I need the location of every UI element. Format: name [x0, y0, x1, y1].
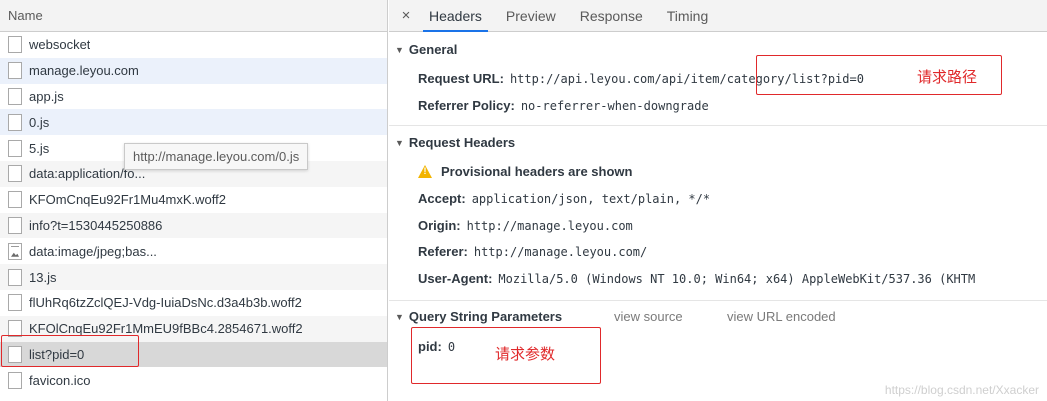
file-icon: [8, 345, 22, 363]
tab-headers[interactable]: Headers: [417, 0, 494, 32]
close-icon[interactable]: ×: [395, 0, 417, 31]
caret-down-icon: ▼: [395, 44, 404, 55]
request-row-data-image[interactable]: data:image/jpeg;bas...: [0, 238, 387, 264]
origin-header-row: Origin: http://manage.leyou.com: [418, 218, 633, 233]
accept-header-row: Accept: application/json, text/plain, */*: [418, 191, 710, 206]
request-row-0-js[interactable]: 0.js: [0, 109, 387, 136]
caret-down-icon: ▼: [395, 311, 404, 322]
file-icon: [8, 294, 22, 312]
request-row-app-js[interactable]: app.js: [0, 84, 387, 110]
provisional-warning: Provisional headers are shown: [418, 164, 632, 179]
detail-tab-bar: × Headers Preview Response Timing: [389, 0, 1047, 32]
request-list-pane: Name websocket manage.leyou.com app.js 0…: [0, 0, 388, 401]
referer-value: http://manage.leyou.com/: [473, 245, 648, 259]
file-icon: [8, 216, 22, 234]
tab-response[interactable]: Response: [568, 0, 655, 31]
name-column-header[interactable]: Name: [0, 0, 387, 32]
request-row-info[interactable]: info?t=1530445250886: [0, 212, 387, 239]
request-row-font-1[interactable]: KFOmCnqEu92Fr1Mu4mxK.woff2: [0, 187, 387, 213]
accept-label: Accept:: [418, 191, 466, 206]
request-url-value: http://api.leyou.com/api/item/category/l…: [509, 72, 864, 86]
tab-preview[interactable]: Preview: [494, 0, 568, 31]
provisional-warning-text: Provisional headers are shown: [441, 164, 633, 179]
request-name: KFOlCnqEu92Fr1MmEU9fBBc4.2854671.woff2: [29, 321, 303, 337]
request-headers-toggle[interactable]: ▼ Request Headers: [395, 135, 515, 150]
file-icon: [8, 62, 22, 80]
warning-icon: [418, 165, 432, 178]
file-icon: [8, 371, 22, 389]
origin-value: http://manage.leyou.com: [466, 219, 633, 233]
request-name: 0.js: [29, 114, 50, 130]
request-row-favicon[interactable]: favicon.ico: [0, 367, 387, 393]
request-name: manage.leyou.com: [29, 63, 139, 79]
request-row-manage-leyou[interactable]: manage.leyou.com: [0, 57, 387, 84]
accept-value: application/json, text/plain, */*: [471, 192, 711, 206]
query-string-title: Query String Parameters: [408, 309, 563, 324]
request-headers-section: ▼ Request Headers Provisional headers ar…: [389, 126, 1047, 301]
query-string-toggle[interactable]: ▼ Query String Parameters: [395, 309, 562, 324]
request-row-font-2[interactable]: flUhRq6tzZclQEJ-Vdg-IuiaDsNc.d3a4b3b.wof…: [0, 290, 387, 316]
request-url-label: Request URL:: [418, 71, 504, 86]
request-detail-pane: × Headers Preview Response Timing ▼ Gene…: [389, 0, 1047, 401]
watermark: https://blog.csdn.net/Xxacker: [884, 383, 1039, 397]
image-icon: [8, 242, 22, 260]
general-title: General: [408, 42, 458, 57]
file-icon: [8, 87, 22, 105]
pid-param-row: pid: 0: [418, 339, 455, 354]
request-row-font-3[interactable]: KFOlCnqEu92Fr1MmEU9fBBc4.2854671.woff2: [0, 315, 387, 342]
request-name: list?pid=0: [29, 346, 85, 362]
request-name: 5.js: [29, 140, 50, 156]
referrer-policy-row: Referrer Policy: no-referrer-when-downgra…: [418, 98, 709, 113]
file-icon: [8, 139, 22, 157]
referer-header-row: Referer: http://manage.leyou.com/: [418, 244, 647, 259]
request-name: favicon.ico: [29, 372, 91, 388]
tab-timing[interactable]: Timing: [655, 0, 721, 31]
request-name: flUhRq6tzZclQEJ-Vdg-IuiaDsNc.d3a4b3b.wof…: [29, 295, 302, 311]
file-icon: [8, 165, 22, 183]
request-row-list-pid[interactable]: list?pid=0: [0, 341, 387, 368]
request-name: app.js: [29, 88, 64, 104]
request-name: info?t=1530445250886: [29, 217, 163, 233]
referrer-policy-label: Referrer Policy:: [418, 98, 515, 113]
view-url-encoded-link[interactable]: view URL encoded: [727, 309, 836, 324]
general-section-toggle[interactable]: ▼ General: [395, 42, 457, 57]
url-tooltip: http://manage.leyou.com/0.js: [124, 143, 309, 170]
request-headers-title: Request Headers: [408, 135, 516, 150]
user-agent-label: User-Agent:: [418, 271, 493, 286]
request-row-13-js[interactable]: 13.js: [0, 264, 387, 290]
origin-label: Origin:: [418, 218, 461, 233]
file-icon: [8, 113, 22, 131]
request-row-websocket[interactable]: websocket: [0, 32, 387, 58]
caret-down-icon: ▼: [395, 137, 404, 148]
pid-label: pid:: [418, 339, 442, 354]
view-source-link[interactable]: view source: [614, 309, 683, 324]
request-name: 13.js: [29, 269, 57, 285]
pid-value: 0: [447, 340, 456, 354]
request-name: data:image/jpeg;bas...: [29, 243, 157, 259]
file-icon: [8, 36, 22, 54]
annotation-request-path: 请求路径: [917, 68, 978, 86]
file-icon: [8, 320, 22, 338]
referer-label: Referer:: [418, 244, 468, 259]
user-agent-header-row: User-Agent: Mozilla/5.0 (Windows NT 10.0;…: [418, 271, 975, 286]
referrer-policy-value: no-referrer-when-downgrade: [520, 99, 709, 113]
file-icon: [8, 191, 22, 209]
user-agent-value: Mozilla/5.0 (Windows NT 10.0; Win64; x64…: [498, 272, 976, 286]
request-url-row: Request URL: http://api.leyou.com/api/ite…: [418, 71, 864, 86]
request-name: KFOmCnqEu92Fr1Mu4mxK.woff2: [29, 192, 226, 208]
annotation-request-params: 请求参数: [495, 345, 556, 363]
request-name: websocket: [29, 37, 91, 53]
file-icon: [8, 268, 22, 286]
